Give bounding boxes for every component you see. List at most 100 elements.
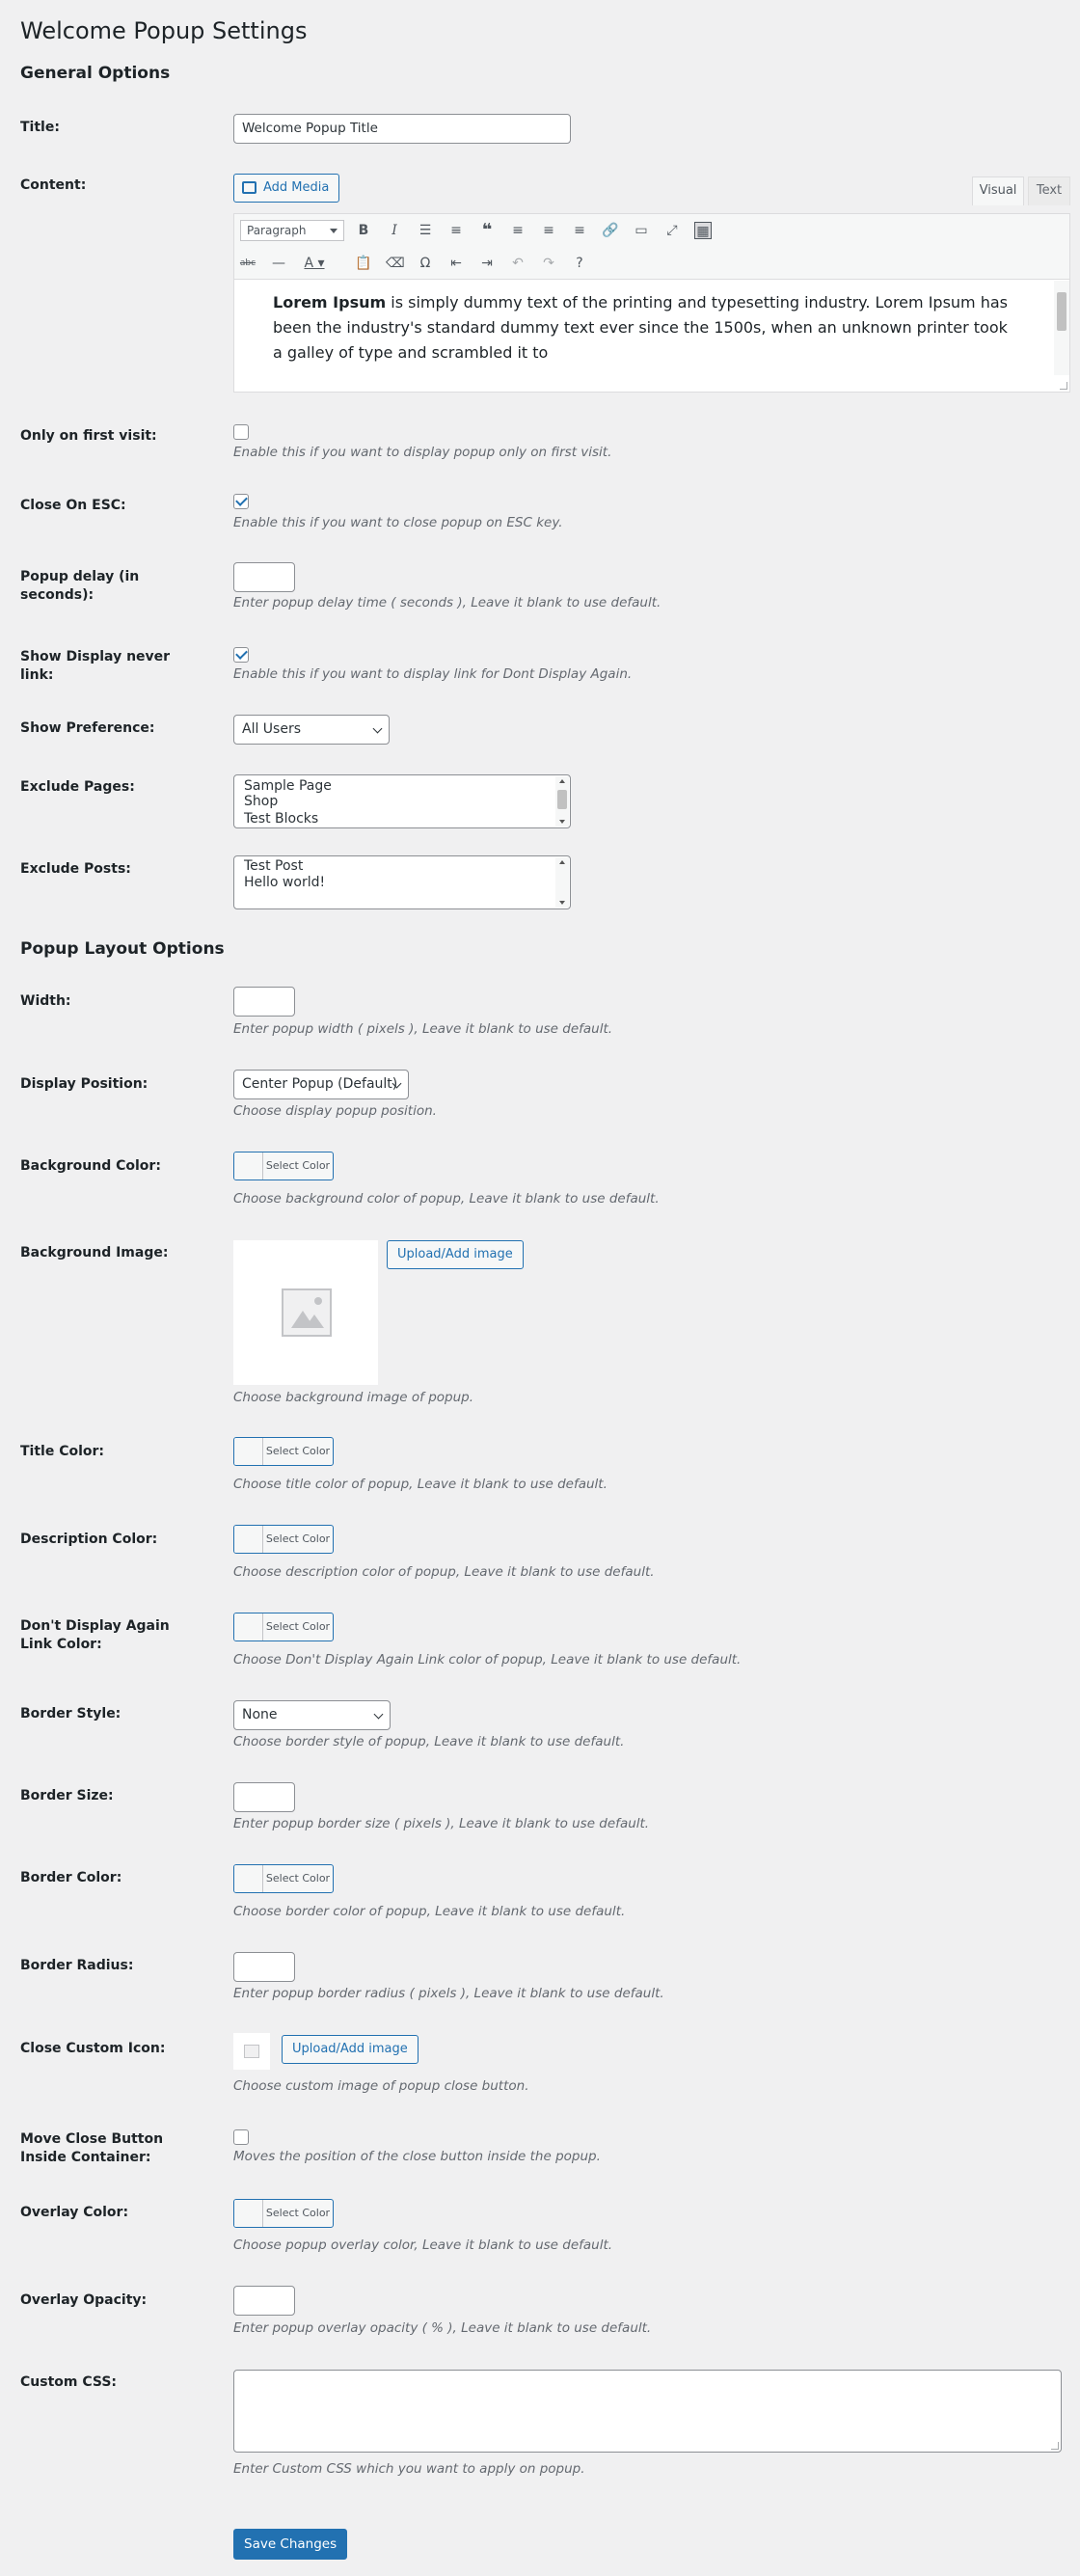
overlay-opacity-input[interactable] xyxy=(233,2286,295,2316)
custom-css-desc: Enter Custom CSS which you want to apply… xyxy=(233,2461,585,2477)
preference-select[interactable]: All Users xyxy=(233,715,390,745)
width-input[interactable] xyxy=(233,987,295,1017)
position-select[interactable]: Center Popup (Default) xyxy=(233,1070,409,1099)
content-label: Content: xyxy=(20,177,87,193)
textarea-resize-handle[interactable] xyxy=(1051,2442,1059,2450)
color-swatch xyxy=(234,1152,263,1180)
close-icon-upload-button[interactable]: Upload/Add image xyxy=(282,2035,418,2064)
close-inside-label: Move Close Button Inside Container: xyxy=(20,2131,164,2165)
bullet-list-icon[interactable]: ☰ xyxy=(417,222,434,239)
italic-icon[interactable]: I xyxy=(386,222,403,239)
border-style-select[interactable]: None xyxy=(233,1700,391,1730)
editor-content[interactable]: Lorem Ipsum is simply dummy text of the … xyxy=(234,281,1054,375)
delay-label: Popup delay (in seconds): xyxy=(20,569,140,603)
horizontal-line-icon[interactable]: — xyxy=(270,255,287,272)
title-color-desc: Choose title color of popup, Leave it bl… xyxy=(233,1477,608,1492)
bg-image-label: Background Image: xyxy=(20,1245,169,1261)
text-color-icon[interactable]: A ▾ xyxy=(301,255,328,272)
content-editor[interactable]: Paragraph B I ☰ ≡ ❝ ≡ ≡ ≡ 🔗 ▭ ⤢ ▦ abc — … xyxy=(233,213,1070,393)
save-changes-button[interactable]: Save Changes xyxy=(233,2529,348,2560)
preference-label: Show Preference: xyxy=(20,720,155,736)
exclude-pages-scrollbar[interactable] xyxy=(555,776,569,827)
border-style-desc: Choose border style of popup, Leave it b… xyxy=(233,1734,625,1749)
numbered-list-icon[interactable]: ≡ xyxy=(447,222,465,239)
close-esc-checkbox[interactable] xyxy=(233,494,249,509)
image-placeholder-icon xyxy=(244,2045,259,2058)
close-esc-desc: Enable this if you want to close popup o… xyxy=(233,515,563,530)
width-label: Width: xyxy=(20,993,71,1009)
redo-icon[interactable]: ↷ xyxy=(540,255,557,272)
outdent-icon[interactable]: ⇤ xyxy=(447,255,465,272)
fullscreen-icon[interactable]: ⤢ xyxy=(663,222,681,239)
align-center-icon[interactable]: ≡ xyxy=(540,222,557,239)
overlay-opacity-desc: Enter popup overlay opacity ( % ), Leave… xyxy=(233,2320,652,2336)
position-label: Display Position: xyxy=(20,1076,148,1092)
title-color-button[interactable]: Select Color xyxy=(233,1437,334,1466)
width-desc: Enter popup width ( pixels ), Leave it b… xyxy=(233,1021,613,1037)
format-select[interactable]: Paragraph xyxy=(240,220,344,241)
never-link-desc: Enable this if you want to display link … xyxy=(233,666,633,682)
bg-image-preview xyxy=(233,1240,378,1385)
align-right-icon[interactable]: ≡ xyxy=(571,222,588,239)
align-left-icon[interactable]: ≡ xyxy=(509,222,526,239)
exclude-pages-select[interactable]: Sample Page Shop Test Blocks xyxy=(233,774,571,828)
editor-resize-handle[interactable] xyxy=(1060,382,1067,390)
delay-desc: Enter popup delay time ( seconds ), Leav… xyxy=(233,595,662,610)
desc-color-label: Description Color: xyxy=(20,1532,158,1547)
link-color-button[interactable]: Select Color xyxy=(233,1613,334,1641)
border-radius-desc: Enter popup border radius ( pixels ), Le… xyxy=(233,1986,664,2001)
border-size-label: Border Size: xyxy=(20,1788,114,1803)
paste-text-icon[interactable]: 📋 xyxy=(355,255,372,272)
border-radius-input[interactable] xyxy=(233,1952,295,1982)
tab-text[interactable]: Text xyxy=(1028,176,1070,205)
custom-css-textarea[interactable] xyxy=(233,2370,1062,2453)
border-size-input[interactable] xyxy=(233,1782,295,1812)
overlay-color-desc: Choose popup overlay color, Leave it bla… xyxy=(233,2237,613,2253)
link-icon[interactable]: 🔗 xyxy=(602,222,619,239)
special-character-icon[interactable]: Ω xyxy=(417,255,434,272)
indent-icon[interactable]: ⇥ xyxy=(478,255,496,272)
blockquote-icon[interactable]: ❝ xyxy=(478,222,496,239)
section-heading-general: General Options xyxy=(20,64,171,83)
help-icon[interactable]: ? xyxy=(571,255,588,272)
delay-input[interactable] xyxy=(233,562,295,592)
undo-icon[interactable]: ↶ xyxy=(509,255,526,272)
add-media-button[interactable]: Add Media xyxy=(233,174,340,203)
border-radius-label: Border Radius: xyxy=(20,1958,134,1973)
exclude-posts-label: Exclude Posts: xyxy=(20,861,131,877)
bg-image-upload-button[interactable]: Upload/Add image xyxy=(387,1240,524,1269)
list-item[interactable]: Test Blocks xyxy=(234,810,570,827)
title-input[interactable]: Welcome Popup Title xyxy=(233,114,571,144)
editor-scrollbar[interactable] xyxy=(1054,281,1069,375)
close-inside-checkbox[interactable] xyxy=(233,2129,249,2145)
title-label: Title: xyxy=(20,120,60,135)
list-item[interactable]: Sample Page xyxy=(234,775,570,794)
editor-toolbar-secondary: abc — A ▾ 📋 ⌫ Ω ⇤ ⇥ ↶ ↷ ? xyxy=(234,247,1069,280)
list-item[interactable]: Hello world! xyxy=(234,874,570,891)
never-link-checkbox[interactable] xyxy=(233,647,249,663)
list-item[interactable]: Test Post xyxy=(234,856,570,874)
read-more-icon[interactable]: ▭ xyxy=(633,222,650,239)
tab-visual[interactable]: Visual xyxy=(972,176,1024,205)
first-visit-checkbox[interactable] xyxy=(233,424,249,440)
bg-color-button[interactable]: Select Color xyxy=(233,1152,334,1180)
list-item[interactable]: Shop xyxy=(234,793,570,810)
border-color-button[interactable]: Select Color xyxy=(233,1864,334,1893)
overlay-opacity-label: Overlay Opacity: xyxy=(20,2292,148,2308)
bg-color-desc: Choose background color of popup, Leave … xyxy=(233,1191,660,1207)
color-swatch xyxy=(234,1613,263,1641)
toolbar-toggle-icon[interactable]: ▦ xyxy=(694,222,712,239)
bold-icon[interactable]: B xyxy=(355,222,372,239)
strikethrough-icon[interactable]: abc xyxy=(239,255,256,272)
desc-color-button[interactable]: Select Color xyxy=(233,1525,334,1554)
page-title: Welcome Popup Settings xyxy=(20,17,308,44)
overlay-color-button[interactable]: Select Color xyxy=(233,2199,334,2228)
title-color-label: Title Color: xyxy=(20,1444,105,1459)
clear-formatting-icon[interactable]: ⌫ xyxy=(386,255,405,272)
exclude-posts-select[interactable]: Test Post Hello world! xyxy=(233,855,571,909)
border-size-desc: Enter popup border size ( pixels ), Leav… xyxy=(233,1816,650,1831)
color-swatch xyxy=(234,2200,263,2227)
chevron-down-icon xyxy=(373,1709,384,1720)
exclude-posts-scrollbar[interactable] xyxy=(555,857,569,908)
color-swatch xyxy=(234,1526,263,1553)
